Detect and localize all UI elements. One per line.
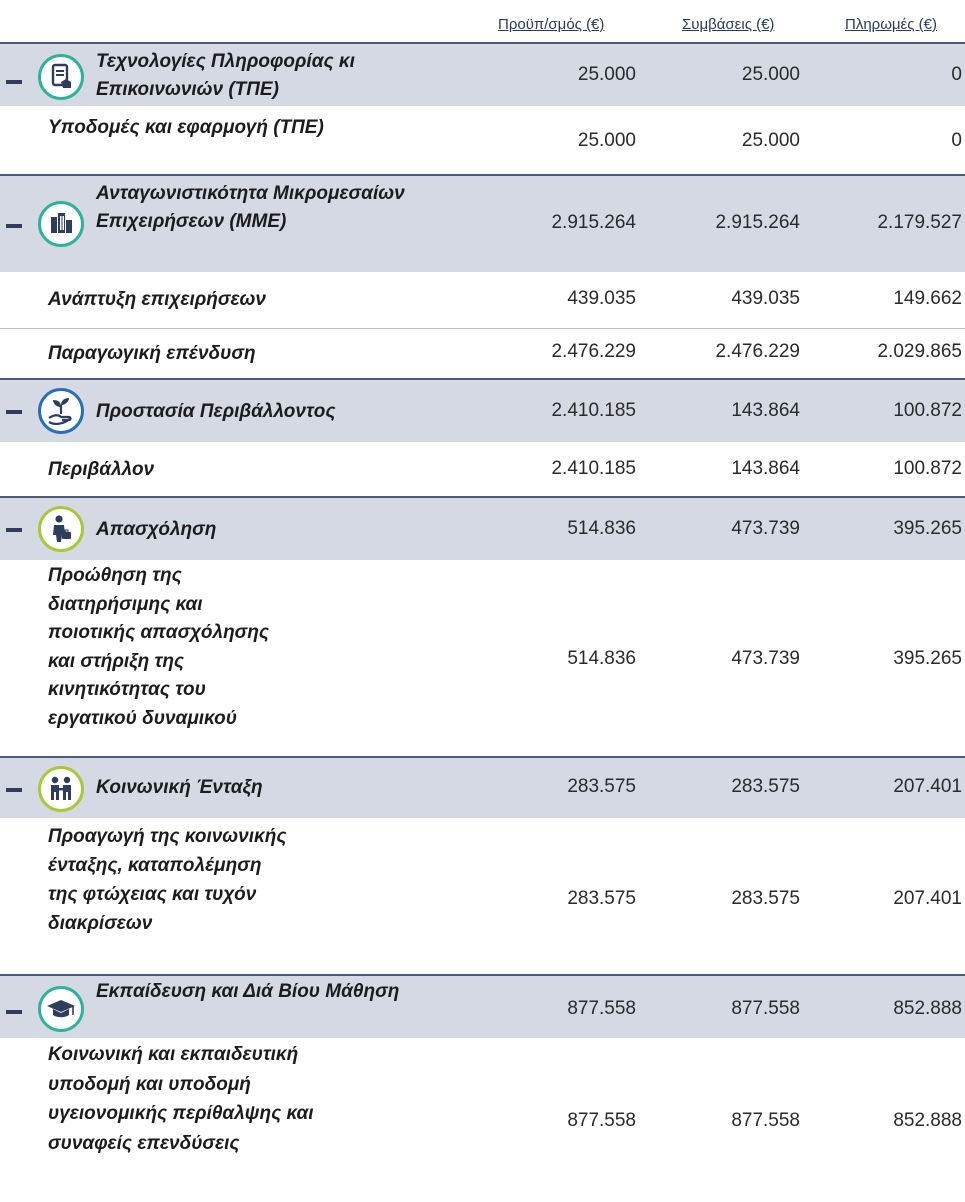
- category-label: Τεχνολογίες Πληροφορίας κι Επικοινωνιών …: [96, 51, 355, 100]
- plant-hand-icon: [38, 388, 84, 434]
- contracts-value: 473.739: [731, 648, 800, 669]
- subcategory-label: Υποδομές και εφαρμογή (ΤΠΕ): [48, 117, 324, 138]
- sort-payments-link[interactable]: Πληρωμές (€): [845, 16, 937, 33]
- subcategory-label: Περιβάλλον: [48, 459, 155, 480]
- category-row-sme[interactable]: Ανταγωνιστικότητα Μικρομεσαίων Επιχειρήσ…: [0, 174, 965, 272]
- category-row-employment[interactable]: Απασχόληση 514.836 473.739 395.265: [0, 496, 965, 560]
- contracts-value: 877.558: [731, 998, 800, 1019]
- contracts-value: 143.864: [731, 400, 800, 421]
- subcategory-row: Υποδομές και εφαρμογή (ΤΠΕ) 25.000 25.00…: [0, 106, 965, 174]
- category-label: Ανταγωνιστικότητα Μικρομεσαίων Επιχειρήσ…: [96, 183, 405, 232]
- people-helping-icon: [38, 766, 84, 812]
- contracts-value: 439.035: [731, 288, 800, 309]
- collapse-toggle[interactable]: [6, 1010, 22, 1014]
- category-label: Κοινωνική Ένταξη: [96, 777, 263, 798]
- payments-value: 0: [951, 130, 962, 151]
- sort-contracts-link[interactable]: Συμβάσεις (€): [682, 16, 774, 33]
- subcategory-label: Ανάπτυξη επιχειρήσεων: [48, 289, 266, 310]
- graduation-cap-icon: [38, 986, 84, 1032]
- collapse-toggle[interactable]: [6, 410, 22, 414]
- category-row-inclusion[interactable]: Κοινωνική Ένταξη 283.575 283.575 207.401: [0, 756, 965, 818]
- buildings-icon: [38, 201, 84, 247]
- table-header: Προϋπ/σμός (€) Συμβάσεις (€) Πληρωμές (€…: [0, 0, 965, 42]
- payments-value: 852.888: [893, 998, 962, 1019]
- subcategory-row: Περιβάλλον 2.410.185 143.864 100.872: [0, 442, 965, 496]
- worker-briefcase-icon: [38, 506, 84, 552]
- subcategory-row: Προαγωγή της κοινωνικής ένταξης, καταπολ…: [0, 818, 965, 974]
- budget-value: 283.575: [567, 776, 636, 797]
- subcategory-label: Παραγωγική επένδυση: [48, 343, 256, 364]
- payments-value: 395.265: [893, 648, 962, 669]
- payments-value: 395.265: [893, 518, 962, 539]
- sort-budget-link[interactable]: Προϋπ/σμός (€): [498, 16, 604, 33]
- subcategory-label: Κοινωνική και εκπαιδευτική υποδομή και υ…: [48, 1044, 314, 1154]
- budget-value: 514.836: [567, 518, 636, 539]
- collapse-toggle[interactable]: [6, 528, 22, 532]
- tablet-hand-icon: [38, 54, 84, 100]
- payments-value: 149.662: [893, 288, 962, 309]
- budget-value: 439.035: [567, 288, 636, 309]
- payments-value: 852.888: [893, 1110, 962, 1131]
- budget-value: 2.410.185: [551, 458, 636, 479]
- collapse-toggle[interactable]: [6, 80, 22, 84]
- contracts-value: 2.915.264: [715, 212, 800, 233]
- contracts-value: 2.476.229: [715, 341, 800, 362]
- contracts-value: 25.000: [741, 130, 800, 151]
- budget-value: 2.410.185: [551, 400, 636, 421]
- payments-value: 2.029.865: [877, 341, 962, 362]
- subcategory-row: Προώθηση της διατηρήσιμης και ποιοτικής …: [0, 560, 965, 756]
- subcategory-row: Κοινωνική και εκπαιδευτική υποδομή και υ…: [0, 1038, 965, 1202]
- payments-value: 0: [951, 64, 962, 85]
- budget-value: 283.575: [567, 888, 636, 909]
- subcategory-row: Παραγωγική επένδυση 2.476.229 2.476.229 …: [0, 328, 965, 378]
- budget-value: 877.558: [567, 1110, 636, 1131]
- subcategory-row: Ανάπτυξη επιχειρήσεων 439.035 439.035 14…: [0, 272, 965, 328]
- budget-value: 877.558: [567, 998, 636, 1019]
- payments-value: 100.872: [893, 458, 962, 479]
- funding-table: Προϋπ/σμός (€) Συμβάσεις (€) Πληρωμές (€…: [0, 0, 965, 1202]
- payments-value: 100.872: [893, 400, 962, 421]
- budget-value: 25.000: [577, 64, 636, 85]
- category-label: Απασχόληση: [96, 519, 217, 540]
- contracts-value: 25.000: [741, 64, 800, 85]
- collapse-toggle[interactable]: [6, 224, 22, 228]
- budget-value: 25.000: [577, 130, 636, 151]
- subcategory-label: Προαγωγή της κοινωνικής ένταξης, καταπολ…: [48, 826, 287, 934]
- contracts-value: 473.739: [731, 518, 800, 539]
- budget-value: 2.476.229: [551, 341, 636, 362]
- category-label: Προστασία Περιβάλλοντος: [96, 401, 336, 422]
- contracts-value: 283.575: [731, 888, 800, 909]
- contracts-value: 283.575: [731, 776, 800, 797]
- category-label: Εκπαίδευση και Διά Βίου Μάθηση: [96, 981, 400, 1002]
- contracts-value: 877.558: [731, 1110, 800, 1131]
- budget-value: 2.915.264: [551, 212, 636, 233]
- category-row-education[interactable]: Εκπαίδευση και Διά Βίου Μάθηση 877.558 8…: [0, 974, 965, 1038]
- category-row-ict[interactable]: Τεχνολογίες Πληροφορίας κι Επικοινωνιών …: [0, 42, 965, 106]
- contracts-value: 143.864: [731, 458, 800, 479]
- budget-value: 514.836: [567, 648, 636, 669]
- category-row-environment[interactable]: Προστασία Περιβάλλοντος 2.410.185 143.86…: [0, 378, 965, 442]
- payments-value: 2.179.527: [877, 212, 962, 233]
- collapse-toggle[interactable]: [6, 788, 22, 792]
- payments-value: 207.401: [893, 776, 962, 797]
- subcategory-label: Προώθηση της διατηρήσιμης και ποιοτικής …: [48, 565, 269, 729]
- payments-value: 207.401: [893, 888, 962, 909]
